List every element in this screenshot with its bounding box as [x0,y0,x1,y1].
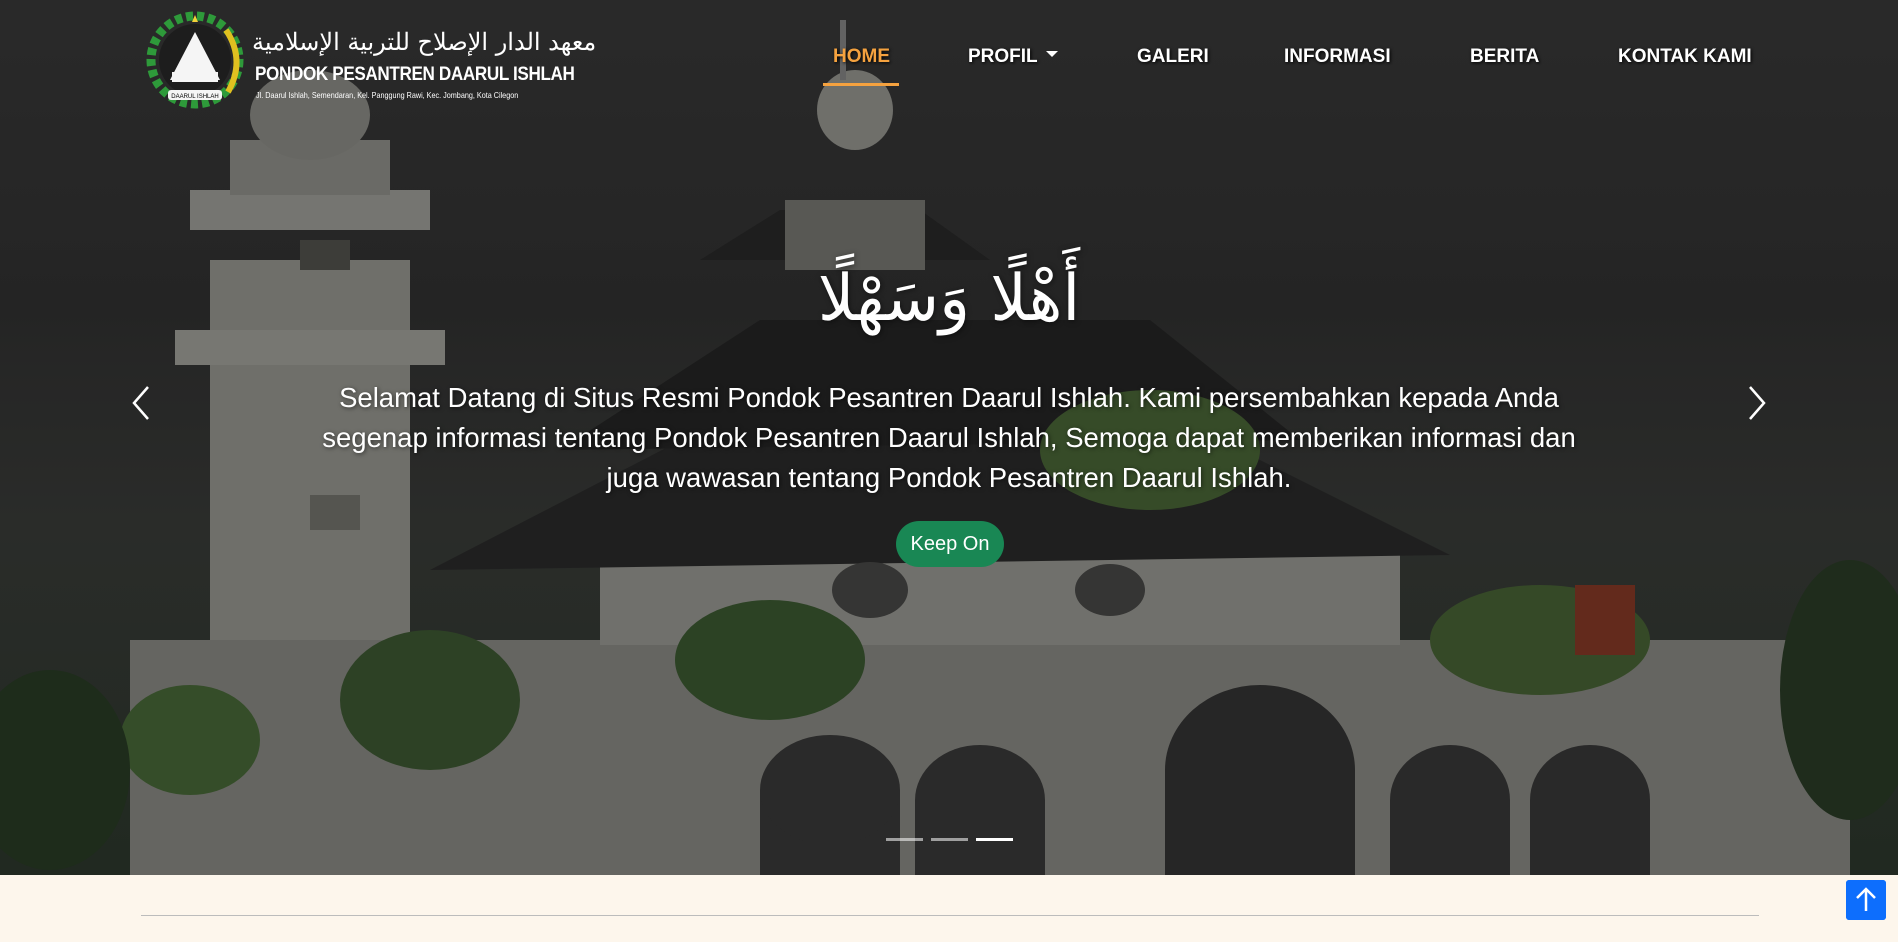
nav-profil-label: PROFIL [968,46,1038,67]
carousel-caption-title: أَهْلًا وَسَهْلًا [817,262,1081,336]
carousel-indicator-1[interactable] [886,838,923,841]
nav-profil[interactable]: PROFIL [968,46,1058,72]
nav-active-underline [823,83,899,86]
chevron-right-icon[interactable] [1736,383,1776,423]
carousel-caption-text: Selamat Datang di Situs Resmi Pondok Pes… [322,382,1576,493]
keep-on-button[interactable]: Keep On [896,521,1004,567]
arrow-up-icon[interactable] [1846,880,1886,920]
navbar: DAARUL ISHLAH معهد الدار الإصلاح للتربية… [0,0,1898,115]
emblem-text: DAARUL ISHLAH [171,94,218,100]
carousel-indicator-2[interactable] [931,838,968,841]
logo-address: Jl. Daarul Ishlah, Semendaran, Kel. Pang… [256,90,519,100]
pesantren-emblem-icon: DAARUL ISHLAH [146,11,244,109]
content-section [0,875,1898,942]
section-divider [141,915,1759,916]
nav-kontak-kami[interactable]: KONTAK KAMI [1618,46,1752,72]
hero-carousel: DAARUL ISHLAH معهد الدار الإصلاح للتربية… [0,0,1898,875]
logo-name: PONDOK PESANTREN DAARUL ISHLAH [255,64,575,85]
chevron-left-icon[interactable] [122,383,162,423]
nav-informasi[interactable]: INFORMASI [1284,46,1391,72]
nav-galeri[interactable]: GALERI [1137,46,1209,72]
caret-down-icon [1045,50,1058,57]
site-logo[interactable]: DAARUL ISHLAH معهد الدار الإصلاح للتربية… [142,10,596,110]
nav-home[interactable]: HOME [833,46,890,72]
nav-berita[interactable]: BERITA [1470,46,1539,72]
logo-arabic-name: معهد الدار الإصلاح للتربية الإسلامية [252,28,597,56]
carousel-indicator-3[interactable] [976,838,1013,841]
carousel-indicators [0,838,1898,842]
